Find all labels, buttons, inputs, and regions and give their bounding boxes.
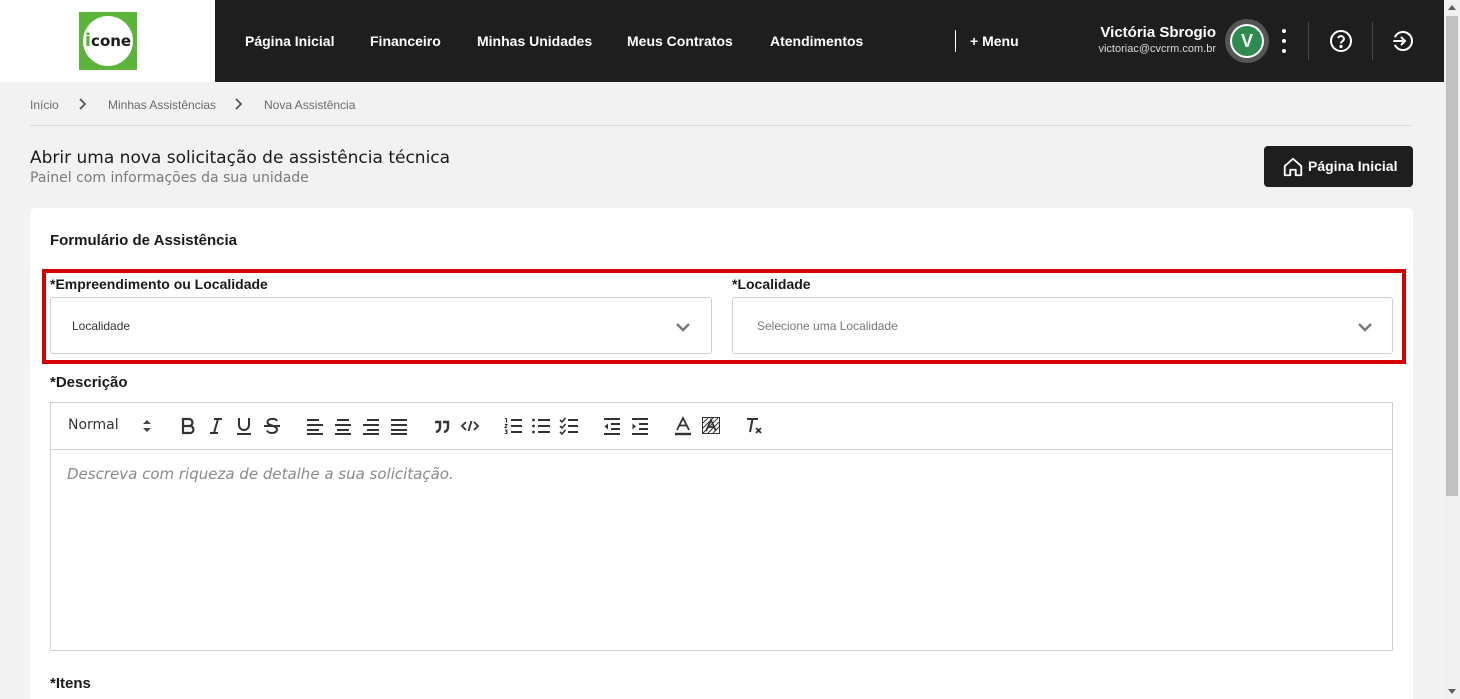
- form-title: Formulário de Assistência: [50, 232, 238, 249]
- chevron-down-icon: [674, 318, 692, 336]
- editor-placeholder: Descreva com riqueza de detalhe a sua so…: [67, 465, 454, 483]
- nav-divider: [955, 30, 956, 52]
- page-subtitle: Painel com informações da sua unidade: [30, 170, 309, 186]
- logo-area: icone: [0, 0, 215, 82]
- nav-item-pagina-inicial[interactable]: Página Inicial: [245, 0, 334, 82]
- itens-label: *Itens: [50, 675, 91, 692]
- select-arrows-icon[interactable]: [142, 418, 152, 434]
- nav-item-financeiro[interactable]: Financeiro: [370, 0, 441, 82]
- header-divider: [1372, 22, 1373, 60]
- logout-icon[interactable]: [1391, 29, 1415, 53]
- breadcrumb-minhas-assistencias[interactable]: Minhas Assistências: [108, 98, 216, 112]
- breadcrumb-inicio[interactable]: Início: [30, 98, 59, 112]
- ordered-list-icon[interactable]: [502, 415, 524, 437]
- nav-item-atendimentos[interactable]: Atendimentos: [770, 0, 863, 82]
- align-justify-icon[interactable]: [388, 415, 410, 437]
- avatar[interactable]: V: [1225, 19, 1269, 63]
- descricao-label: *Descrição: [50, 374, 128, 391]
- chevron-down-icon: [1356, 318, 1374, 336]
- bullet-list-icon[interactable]: [530, 415, 552, 437]
- code-icon[interactable]: [459, 415, 481, 437]
- breadcrumb-nova-assistencia: Nova Assistência: [264, 98, 356, 112]
- italic-icon[interactable]: [205, 415, 227, 437]
- align-center-icon[interactable]: [332, 415, 354, 437]
- user-email: victoriac@cvcrm.com.br: [1098, 43, 1216, 55]
- nav-more-menu[interactable]: + Menu: [970, 0, 1019, 82]
- localidade-select[interactable]: Selecione uma Localidade: [732, 297, 1393, 354]
- text-color-icon[interactable]: [672, 415, 694, 437]
- avatar-letter: V: [1232, 26, 1262, 56]
- user-name: Victória Sbrogio: [1100, 24, 1216, 41]
- scroll-up-arrow[interactable]: [1448, 5, 1456, 10]
- blockquote-icon[interactable]: [431, 415, 453, 437]
- help-icon[interactable]: [1329, 29, 1353, 53]
- heading-select[interactable]: Normal: [68, 417, 119, 433]
- empreendimento-select[interactable]: Localidade: [50, 297, 712, 354]
- indent-icon[interactable]: [629, 415, 651, 437]
- strikethrough-icon[interactable]: [261, 415, 283, 437]
- localidade-label: *Localidade: [732, 276, 811, 292]
- logo-text: icone: [84, 30, 132, 51]
- localidade-placeholder: Selecione uma Localidade: [757, 319, 898, 333]
- empreendimento-label: *Empreendimento ou Localidade: [50, 276, 268, 292]
- underline-icon[interactable]: [233, 415, 255, 437]
- scroll-down-arrow[interactable]: [1448, 689, 1456, 694]
- align-left-icon[interactable]: [304, 415, 326, 437]
- nav-item-minhas-unidades[interactable]: Minhas Unidades: [477, 0, 592, 82]
- header-divider: [1308, 22, 1309, 60]
- brand-logo[interactable]: icone: [79, 12, 137, 70]
- breadcrumb-divider: [30, 125, 1413, 126]
- chevron-right-icon: [233, 97, 245, 111]
- bold-icon[interactable]: [177, 415, 199, 437]
- outdent-icon[interactable]: [601, 415, 623, 437]
- scrollbar-thumb[interactable]: [1446, 16, 1458, 496]
- background-color-icon[interactable]: [700, 415, 722, 437]
- chevron-right-icon: [77, 97, 89, 111]
- clear-format-icon[interactable]: [743, 415, 765, 437]
- check-list-icon[interactable]: [558, 415, 580, 437]
- nav-item-meus-contratos[interactable]: Meus Contratos: [627, 0, 733, 82]
- more-vertical-icon[interactable]: [1276, 28, 1292, 54]
- empreendimento-value: Localidade: [72, 319, 131, 333]
- editor-toolbar: Normal: [51, 403, 1392, 450]
- home-icon: [1282, 156, 1304, 178]
- rich-text-editor[interactable]: Normal Descreva com riqueza de detalhe a…: [50, 402, 1393, 651]
- align-right-icon[interactable]: [360, 415, 382, 437]
- page-title: Abrir uma nova solicitação de assistênci…: [30, 148, 451, 168]
- home-button-label: Página Inicial: [1308, 158, 1398, 174]
- home-button[interactable]: Página Inicial: [1264, 146, 1413, 187]
